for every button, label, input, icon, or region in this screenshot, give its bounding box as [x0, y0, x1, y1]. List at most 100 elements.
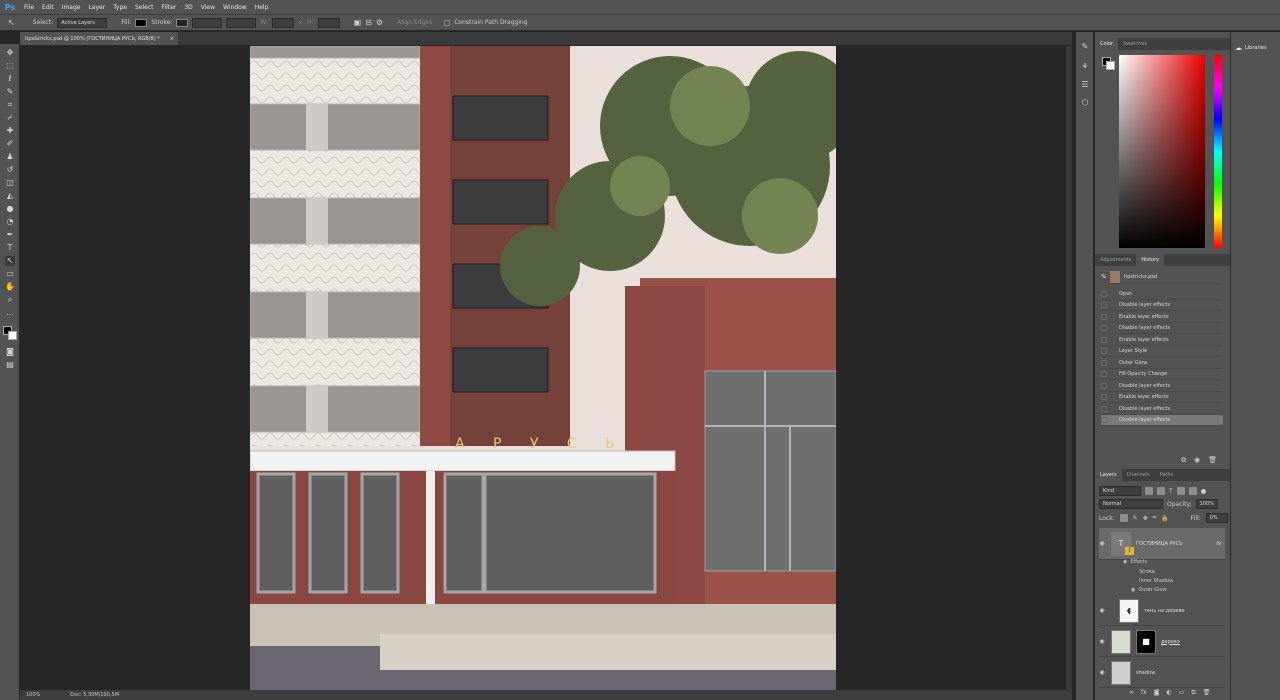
close-tab-icon[interactable]: ×: [170, 36, 174, 42]
fill-opacity-field[interactable]: 0%: [1205, 513, 1228, 523]
visibility-eye-icon[interactable]: ◉: [1099, 540, 1105, 547]
w-field[interactable]: [272, 17, 295, 28]
eyedropper-tool-icon[interactable]: ⌿: [5, 113, 15, 123]
quick-mask-icon[interactable]: ◙: [5, 347, 15, 357]
link-icon[interactable]: ∞: [298, 19, 303, 26]
menu-view[interactable]: View: [197, 4, 219, 11]
layer-name[interactable]: тень на дереве: [1144, 608, 1185, 614]
dodge-tool-icon[interactable]: ◔: [5, 217, 15, 227]
menu-filter[interactable]: Filter: [158, 4, 181, 11]
path-arrangement-icon[interactable]: ⚙: [376, 18, 383, 27]
eraser-tool-icon[interactable]: ◫: [5, 178, 15, 188]
background-color-swatch[interactable]: [8, 331, 17, 340]
select-dropdown[interactable]: Active Layers: [57, 17, 108, 28]
filter-smart-object-icon[interactable]: [1188, 487, 1197, 495]
new-snapshot-icon[interactable]: ◉: [1194, 456, 1200, 465]
healing-brush-tool-icon[interactable]: ✚: [5, 126, 15, 136]
brush-tool-icon[interactable]: ✐: [5, 139, 15, 149]
visibility-eye-icon[interactable]: ◉: [1099, 669, 1105, 676]
layer-name[interactable]: дерево: [1161, 639, 1180, 645]
quick-selection-tool-icon[interactable]: ✎: [5, 87, 15, 97]
hue-slider[interactable]: [1214, 55, 1222, 248]
menu-help[interactable]: Help: [251, 4, 273, 11]
delete-layer-icon[interactable]: 🗑: [1203, 689, 1211, 697]
hand-tool-icon[interactable]: ✋: [5, 282, 15, 292]
history-item[interactable]: Fill Opacity Change: [1101, 369, 1223, 380]
paint-bucket-tool-icon[interactable]: ◭: [5, 191, 15, 201]
tab-channels[interactable]: Channels: [1122, 469, 1155, 481]
effect-stroke[interactable]: Stroke: [1139, 569, 1155, 575]
effect-outer-glow[interactable]: ◉ Outer Glow: [1131, 587, 1167, 593]
3d-panel-icon[interactable]: ⬡: [1080, 98, 1090, 108]
lock-all-icon[interactable]: 🔒: [1161, 515, 1168, 522]
filter-type-icon[interactable]: T: [1169, 488, 1173, 495]
menu-file[interactable]: File: [20, 4, 38, 11]
path-selection-tool-button-icon[interactable]: ↖: [5, 256, 15, 266]
history-item[interactable]: Enable layer effects: [1101, 312, 1223, 323]
tab-history[interactable]: History: [1136, 254, 1165, 266]
layer-name[interactable]: shadow: [1136, 670, 1155, 676]
marquee-tool-icon[interactable]: ⬚: [5, 61, 15, 71]
constrain-checkbox[interactable]: [444, 19, 451, 26]
crop-tool-icon[interactable]: ⌗: [5, 100, 15, 110]
path-selection-tool-icon[interactable]: ↖: [8, 18, 15, 27]
filter-adjustment-icon[interactable]: [1157, 487, 1165, 495]
lock-image-icon[interactable]: ✎: [1133, 515, 1138, 522]
history-item[interactable]: Layer Style: [1101, 346, 1223, 357]
history-item[interactable]: Outer Glow: [1101, 358, 1223, 369]
layer-mask-thumbnail[interactable]: ■: [1136, 629, 1156, 654]
history-item[interactable]: Disable layer effects: [1101, 381, 1223, 392]
lock-position-icon[interactable]: ✥: [1143, 515, 1148, 522]
layer-name[interactable]: ГОСТИНИЦА РУСЬ: [1136, 541, 1183, 547]
zoom-level[interactable]: 100%: [26, 692, 40, 698]
vertical-scrollbar[interactable]: [1066, 46, 1072, 690]
lock-transparent-icon[interactable]: [1119, 514, 1128, 522]
history-item-selected[interactable]: Disable layer effects: [1101, 415, 1223, 426]
tab-adjustments[interactable]: Adjustments: [1095, 254, 1136, 266]
opacity-field[interactable]: 100%: [1195, 499, 1218, 509]
history-item[interactable]: Disable layer effects: [1101, 323, 1223, 334]
filter-toggle-icon[interactable]: [1200, 488, 1206, 494]
menu-layer[interactable]: Layer: [84, 4, 109, 11]
layer-row[interactable]: ◉ ◖ тень на дереве: [1099, 596, 1225, 626]
clone-source-icon[interactable]: ⚘: [1080, 62, 1090, 72]
delete-state-icon[interactable]: 🗑: [1208, 456, 1217, 465]
new-layer-icon[interactable]: ⧉: [1191, 689, 1195, 697]
new-document-from-state-icon[interactable]: ⧉: [1181, 456, 1186, 465]
menu-type[interactable]: Type: [109, 4, 131, 11]
blend-mode-dropdown[interactable]: Normal: [1099, 499, 1163, 509]
screen-mode-icon[interactable]: ▤: [5, 360, 15, 370]
color-picker-field[interactable]: [1119, 55, 1205, 248]
zoom-tool-icon[interactable]: ⌕: [5, 295, 15, 305]
effects-label[interactable]: ◉ Effects: [1123, 559, 1147, 565]
document-canvas[interactable]: А Р У С Ь: [250, 46, 836, 691]
filter-shape-icon[interactable]: [1176, 487, 1185, 495]
tab-layers[interactable]: Layers: [1095, 469, 1122, 481]
filter-kind-dropdown[interactable]: Kind: [1099, 486, 1141, 496]
color-background-swatch[interactable]: [1106, 61, 1115, 70]
add-layer-style-icon[interactable]: fx: [1141, 689, 1147, 697]
layer-row-text[interactable]: ◉ T ГОСТИНИЦА РУСЬ fx: [1099, 528, 1225, 560]
menu-3d[interactable]: 3D: [180, 4, 196, 11]
filter-pixel-icon[interactable]: [1145, 487, 1153, 495]
layer-row[interactable]: ◉ ■ дерево: [1099, 627, 1225, 657]
stroke-swatch[interactable]: [176, 18, 189, 27]
more-tools-icon[interactable]: …: [5, 308, 15, 318]
menu-edit[interactable]: Edit: [38, 4, 58, 11]
new-group-icon[interactable]: ▭: [1179, 689, 1185, 697]
brush-presets-icon[interactable]: ✎: [1080, 42, 1090, 52]
menu-select[interactable]: Select: [131, 4, 158, 11]
stroke-width-field[interactable]: [192, 17, 223, 28]
tab-paths[interactable]: Paths: [1155, 469, 1179, 481]
history-item[interactable]: Disable layer effects: [1101, 404, 1223, 415]
history-item[interactable]: Enable layer effects: [1101, 392, 1223, 403]
blur-tool-icon[interactable]: ●: [5, 204, 15, 214]
history-item[interactable]: Open: [1101, 289, 1223, 300]
type-tool-icon[interactable]: T: [5, 243, 15, 253]
layer-fx-icon[interactable]: fx: [1216, 541, 1221, 547]
fill-swatch[interactable]: [135, 18, 148, 27]
stroke-type-dropdown[interactable]: [226, 17, 257, 28]
visibility-eye-icon[interactable]: ◉: [1099, 638, 1105, 645]
lasso-tool-icon[interactable]: ℓ: [5, 74, 15, 84]
pen-tool-icon[interactable]: ✒: [5, 230, 15, 240]
